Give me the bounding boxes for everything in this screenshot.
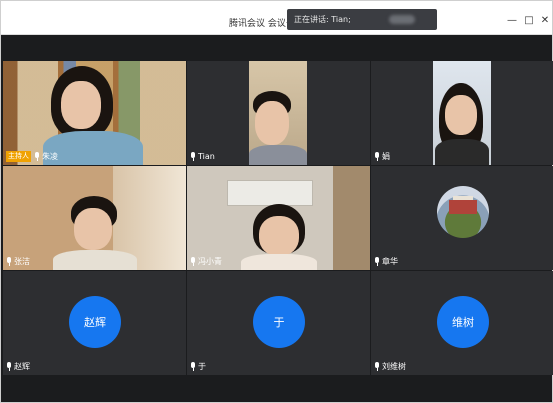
participant-name: 赵辉	[14, 362, 30, 371]
close-icon[interactable]: ✕	[538, 15, 552, 27]
host-badge: 主持人	[6, 151, 31, 162]
air-conditioner	[227, 180, 313, 206]
participant-name: 冯小青	[198, 257, 222, 266]
participant-face	[61, 81, 101, 129]
participant-label: 于	[190, 361, 206, 372]
video-tile-tian[interactable]: Tian	[187, 61, 370, 165]
participant-label: 章华	[374, 256, 398, 267]
participant-face	[259, 216, 299, 256]
participant-label: 赵辉	[6, 361, 30, 372]
video-tile-liuweishu[interactable]: 维树 刘维树	[371, 271, 553, 375]
title-bar: 腾讯会议 会议号： 正在讲话: Tian; — □ ✕	[1, 1, 552, 35]
participant-label: 冯小青	[190, 256, 222, 267]
participant-name: Tian	[198, 152, 215, 161]
participant-name: 于	[198, 362, 206, 371]
participant-face	[445, 95, 477, 135]
speaking-indicator: 正在讲话: Tian;	[287, 9, 437, 30]
video-tile-yu[interactable]: 于 于	[187, 271, 370, 375]
door-background	[333, 166, 370, 270]
mic-icon	[6, 362, 12, 371]
participant-body	[43, 131, 143, 165]
mic-icon	[190, 362, 196, 371]
participant-face	[255, 101, 289, 145]
video-tile-zhuling[interactable]: 主持人 朱凌	[3, 61, 186, 165]
mic-icon	[34, 152, 40, 161]
name-avatar: 于	[253, 296, 305, 348]
participant-label: 张洁	[6, 256, 30, 267]
speaking-text: 正在讲话: Tian;	[294, 15, 351, 24]
participant-body	[249, 145, 307, 165]
participant-name: 娟	[382, 152, 390, 161]
participant-name: 刘维树	[382, 362, 406, 371]
mic-icon	[374, 152, 380, 161]
mic-icon	[6, 257, 12, 266]
participant-name: 张洁	[14, 257, 30, 266]
profile-photo-avatar	[437, 186, 489, 238]
name-avatar: 赵辉	[69, 296, 121, 348]
participant-face	[74, 208, 112, 250]
video-tile-juan[interactable]: 娟	[371, 61, 553, 165]
photo-building	[449, 200, 477, 214]
mic-icon	[190, 257, 196, 266]
participant-body	[435, 139, 489, 165]
video-tile-zhanghua[interactable]: 章华	[371, 166, 553, 270]
name-avatar: 维树	[437, 296, 489, 348]
participant-body	[53, 250, 137, 270]
participant-name: 朱凌	[42, 152, 58, 161]
participant-body	[241, 254, 317, 270]
participant-label: 主持人 朱凌	[6, 151, 58, 162]
meeting-window: 腾讯会议 会议号： 正在讲话: Tian; — □ ✕ 主持人 朱凌 Tian …	[0, 0, 553, 403]
mic-icon	[374, 362, 380, 371]
participant-label: 娟	[374, 151, 390, 162]
blurred-name	[389, 15, 415, 24]
minimize-icon[interactable]: —	[505, 15, 519, 27]
participant-label: 刘维树	[374, 361, 406, 372]
participant-label: Tian	[190, 151, 215, 162]
mic-icon	[374, 257, 380, 266]
video-tile-zhaohui[interactable]: 赵辉 赵辉	[3, 271, 186, 375]
participant-name: 章华	[382, 257, 398, 266]
video-tile-fengxiaoqing[interactable]: 冯小青	[187, 166, 370, 270]
mic-icon	[190, 152, 196, 161]
maximize-icon[interactable]: □	[522, 15, 536, 27]
video-tile-zhangjie[interactable]: 张洁	[3, 166, 186, 270]
